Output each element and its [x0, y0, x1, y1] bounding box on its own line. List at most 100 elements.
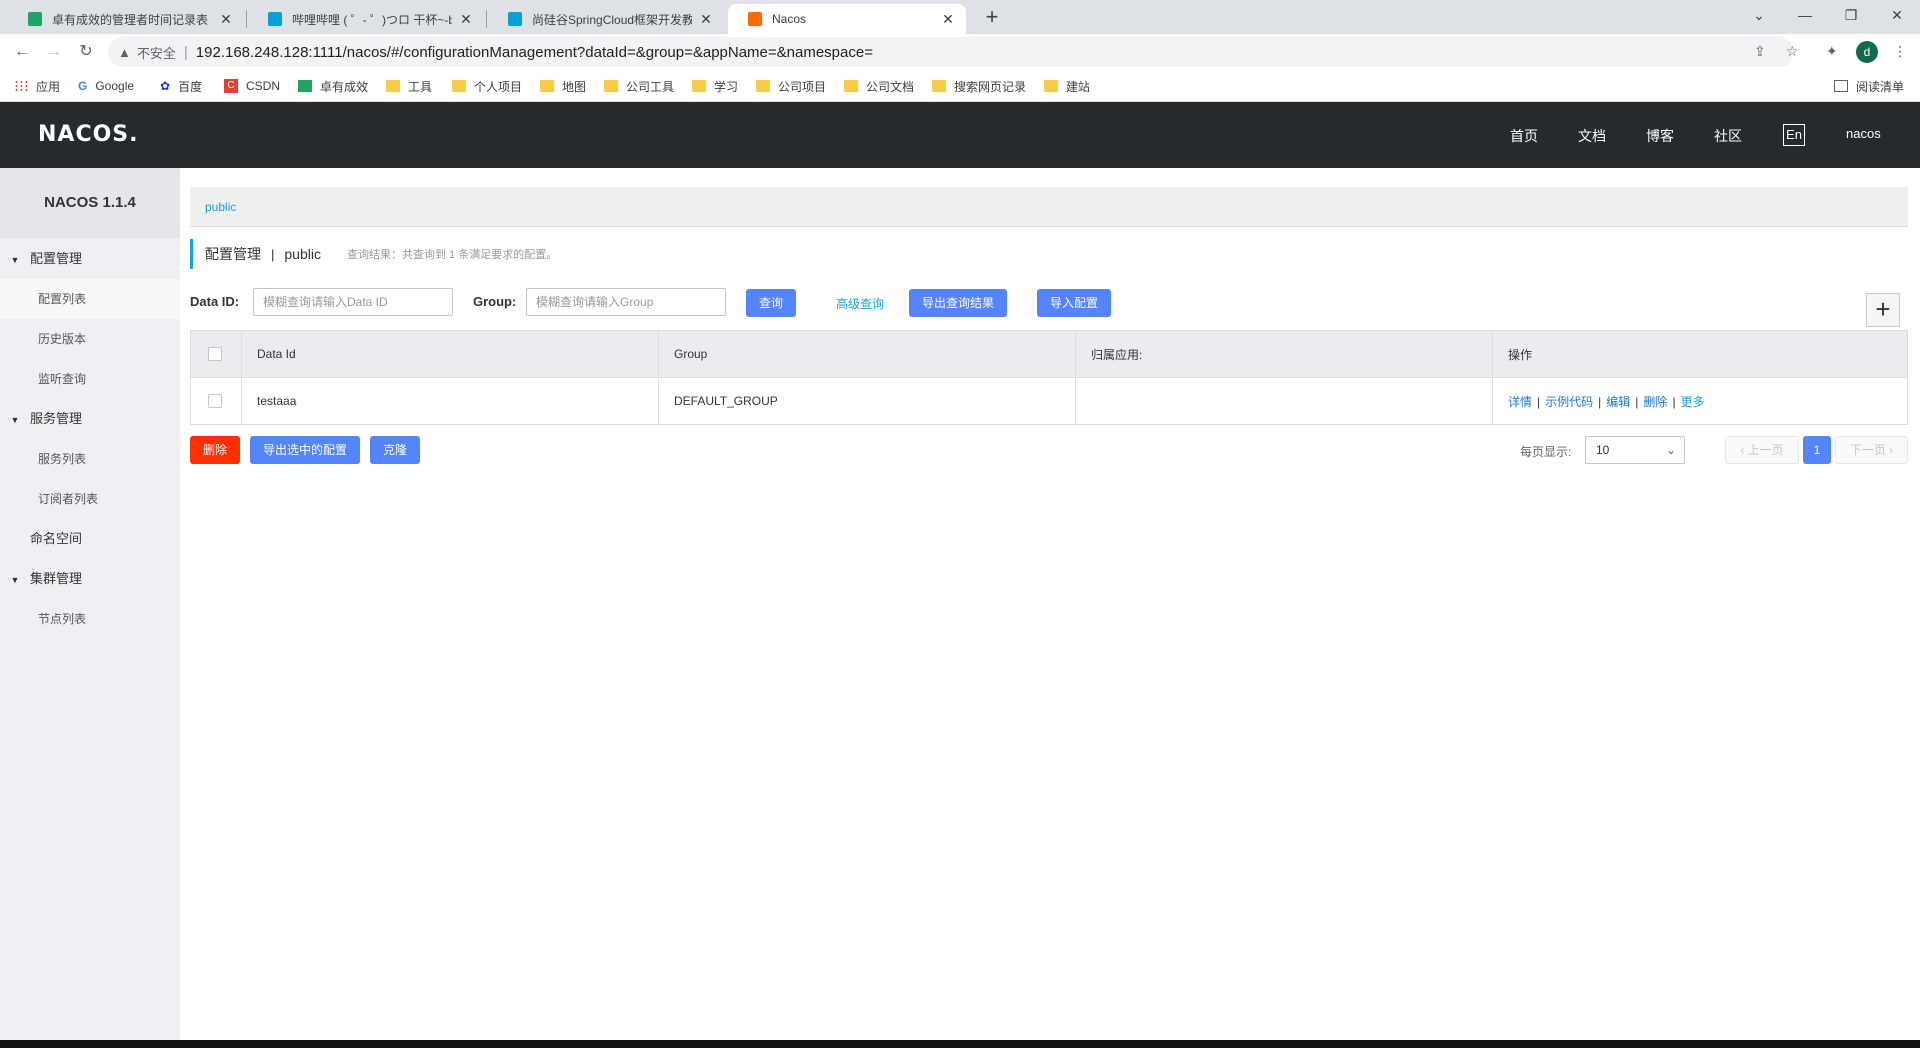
browser-tab-active[interactable]: Nacos ✕	[728, 4, 966, 34]
advanced-query-link[interactable]: 高级查询	[836, 295, 884, 312]
browser-tab-strip: 卓有成效的管理者时间记录表 - 金 ✕ 哔哩哔哩 ( ゜- ゜)つロ 干杯~-b…	[0, 0, 1920, 34]
tab-title: 卓有成效的管理者时间记录表 - 金	[52, 12, 212, 27]
bookmark-csdn[interactable]: C CSDN	[224, 76, 280, 96]
sidebar-group-config[interactable]: ▼ 配置管理	[0, 239, 180, 279]
bookmark-folder[interactable]: 公司项目	[756, 76, 826, 96]
tab-title: Nacos	[772, 12, 807, 26]
bookmark-folder[interactable]: 公司文档	[844, 76, 914, 96]
page-size-select[interactable]: 10 ⌄	[1585, 436, 1685, 464]
plus-icon[interactable]: +	[978, 5, 1006, 31]
delete-button[interactable]: 删除	[190, 436, 240, 464]
bookmark-folder[interactable]: 搜索网页记录	[932, 76, 1026, 96]
edit-link[interactable]: 编辑	[1606, 395, 1630, 409]
sidebar-item-history[interactable]: 历史版本	[0, 319, 180, 359]
extensions-icon[interactable]: ✦	[1826, 43, 1838, 60]
next-page-button[interactable]: 下一页 ›	[1835, 436, 1908, 464]
clone-button[interactable]: 克隆	[370, 436, 420, 464]
export-selected-button[interactable]: 导出选中的配置	[250, 436, 360, 464]
close-window-icon[interactable]: ✕	[1874, 0, 1920, 30]
bilibili-favicon-icon	[508, 12, 522, 26]
delete-link[interactable]: 删除	[1643, 395, 1667, 409]
bookmark-folder[interactable]: 个人项目	[452, 76, 522, 96]
row-checkbox[interactable]	[208, 394, 222, 409]
bookmark-folder[interactable]: 建站	[1044, 76, 1090, 96]
actions-cell: 详情 | 示例代码 | 编辑 | 删除 | 更多	[1492, 377, 1908, 425]
dataid-input[interactable]: 模糊查询请输入Data ID	[253, 288, 453, 316]
browser-tab[interactable]: 卓有成效的管理者时间记录表 - 金 ✕	[8, 4, 244, 34]
query-result-text: 查询结果：共查询到 1 条满足要求的配置。	[346, 249, 558, 261]
reload-icon[interactable]: ↻	[74, 40, 98, 64]
bookmark-folder[interactable]: 公司工具	[604, 76, 674, 96]
bookmark-folder[interactable]: 地图	[540, 76, 586, 96]
sidebar-item-namespace[interactable]: 命名空间	[0, 519, 180, 559]
menu-icon[interactable]: ⋮	[1893, 43, 1907, 60]
namespace-link[interactable]: public	[205, 200, 236, 214]
close-icon[interactable]: ✕	[698, 11, 714, 28]
warning-icon: ▲	[118, 44, 131, 60]
group-input[interactable]: 模糊查询请输入Group	[526, 288, 726, 316]
sidebar: NACOS 1.1.4 ▼ 配置管理 配置列表 历史版本 监听查询 ▼ 服务管理 服…	[0, 168, 180, 1040]
bookmark-baidu[interactable]: ✿ 百度	[160, 76, 202, 96]
star-icon[interactable]: ☆	[1786, 43, 1799, 60]
column-header: 操作	[1492, 330, 1908, 378]
browser-tab[interactable]: 尚硅谷SpringCloud框架开发教程 ✕	[488, 4, 724, 34]
select-all-cell	[190, 330, 242, 378]
table-row: testaaa DEFAULT_GROUP 详情 | 示例代码 | 编辑 | 删除 | 更多	[190, 377, 1908, 425]
nav-blog[interactable]: 博客	[1646, 126, 1674, 146]
sidebar-group-cluster[interactable]: ▼ 集群管理	[0, 559, 180, 599]
query-button[interactable]: 查询	[746, 289, 796, 317]
namespace-bar: public	[190, 187, 1908, 227]
nav-docs[interactable]: 文档	[1578, 126, 1606, 146]
sidebar-item-config-list[interactable]: 配置列表	[0, 279, 180, 319]
folder-icon	[604, 80, 618, 92]
browser-toolbar: ← → ↻ ▲ 不安全 | 192.168.248.128:1111/nacos…	[0, 34, 1920, 70]
select-all-checkbox[interactable]	[208, 347, 222, 362]
sidebar-item-subscribers[interactable]: 订阅者列表	[0, 479, 180, 519]
back-icon[interactable]: ←	[10, 40, 34, 64]
chevron-left-icon: ‹	[1740, 443, 1748, 457]
user-name[interactable]: nacos	[1846, 126, 1881, 141]
add-config-button[interactable]: +	[1866, 293, 1900, 327]
minimize-icon[interactable]: —	[1782, 0, 1828, 30]
sidebar-item-service-list[interactable]: 服务列表	[0, 439, 180, 479]
sidebar-item-nodes[interactable]: 节点列表	[0, 599, 180, 639]
column-header[interactable]: Group	[658, 330, 1076, 378]
browser-tab[interactable]: 哔哩哔哩 ( ゜- ゜)つロ 干杯~-bili ✕	[248, 4, 484, 34]
restore-icon[interactable]: ❐	[1828, 0, 1874, 30]
column-header[interactable]: Data Id	[241, 330, 659, 378]
sidebar-group-service[interactable]: ▼ 服务管理	[0, 399, 180, 439]
bookmark-google[interactable]: G Google	[78, 76, 134, 96]
detail-link[interactable]: 详情	[1508, 395, 1532, 409]
url-text[interactable]: 192.168.248.128:1111/nacos/#/configurati…	[196, 44, 873, 61]
import-config-button[interactable]: 导入配置	[1037, 289, 1111, 317]
folder-icon	[1044, 80, 1058, 92]
nav-home[interactable]: 首页	[1510, 126, 1538, 146]
forward-icon[interactable]: →	[42, 40, 66, 64]
bookmark-sheet[interactable]: 卓有成效	[298, 76, 368, 96]
share-icon[interactable]: ⇪	[1754, 43, 1766, 60]
close-icon[interactable]: ✕	[940, 11, 956, 28]
column-header[interactable]: 归属应用:	[1075, 330, 1493, 378]
chevron-down-icon[interactable]: ⌄	[1736, 0, 1782, 30]
nav-community[interactable]: 社区	[1714, 126, 1742, 146]
export-result-button[interactable]: 导出查询结果	[909, 289, 1007, 317]
close-icon[interactable]: ✕	[458, 11, 474, 28]
bookmark-folder[interactable]: 学习	[692, 76, 738, 96]
address-bar[interactable]: ▲ 不安全 | 192.168.248.128:1111/nacos/#/con…	[108, 37, 1794, 67]
reading-list[interactable]: 阅读清单	[1834, 76, 1904, 96]
sidebar-item-listener[interactable]: 监听查询	[0, 359, 180, 399]
prev-page-button[interactable]: ‹ 上一页	[1725, 436, 1799, 464]
page-title-bar: 配置管理 | public 查询结果：共查询到 1 条满足要求的配置。	[190, 239, 557, 269]
language-toggle[interactable]: En	[1783, 124, 1805, 146]
page-number-current[interactable]: 1	[1803, 436, 1831, 464]
avatar[interactable]: d	[1856, 41, 1878, 63]
google-icon: G	[78, 79, 88, 93]
chevron-right-icon: ›	[1885, 443, 1894, 457]
sample-code-link[interactable]: 示例代码	[1545, 395, 1593, 409]
close-icon[interactable]: ✕	[218, 11, 234, 28]
bookmark-folder[interactable]: 工具	[386, 76, 432, 96]
nacos-logo[interactable]: NACOS.	[38, 122, 139, 147]
table-header-row: Data Id Group 归属应用: 操作	[190, 330, 1908, 378]
bookmark-apps[interactable]: 应用	[14, 76, 60, 96]
more-link[interactable]: 更多	[1681, 395, 1705, 409]
